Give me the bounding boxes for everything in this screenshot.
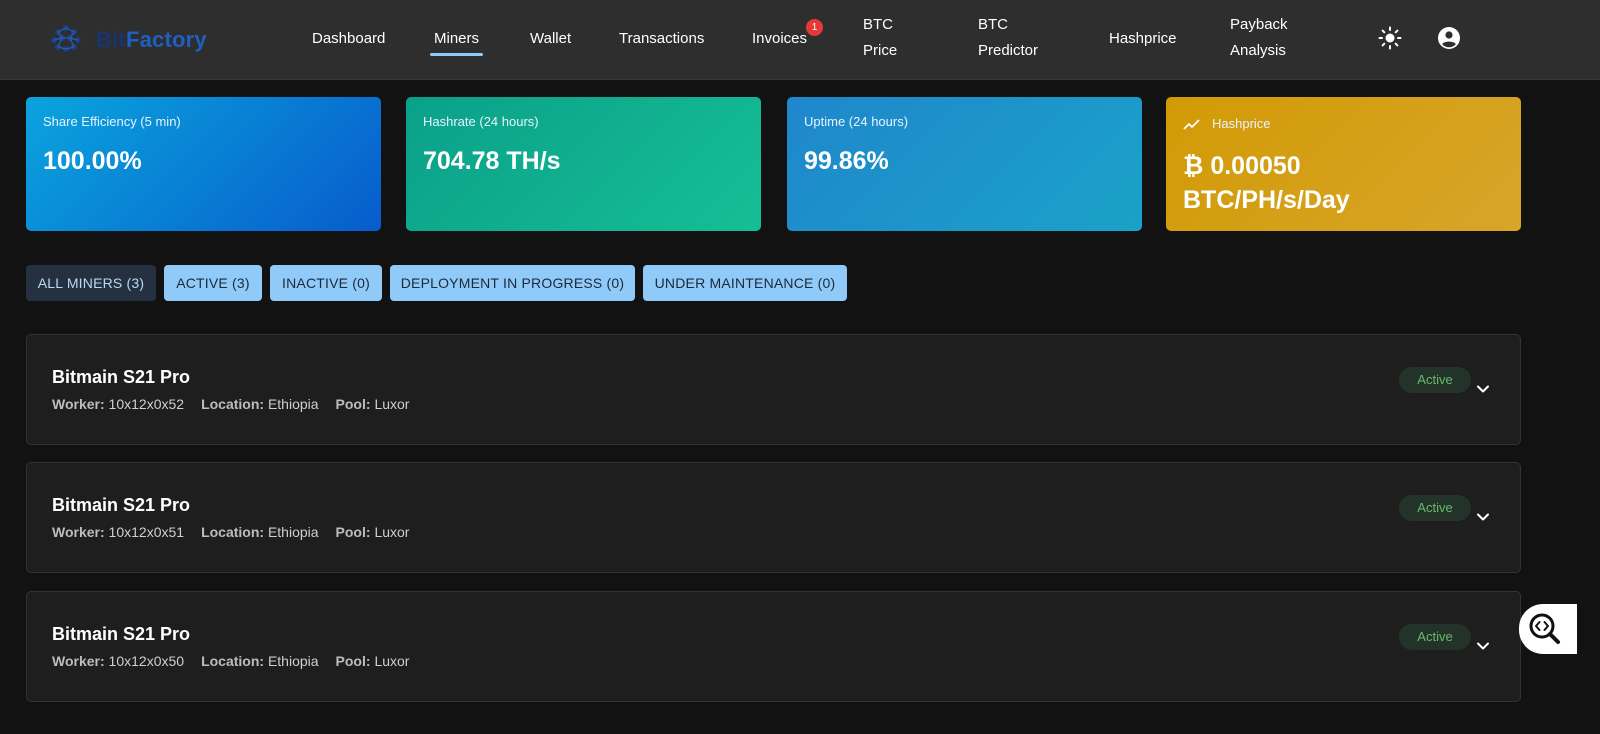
filter-deployment-in-progress[interactable]: DEPLOYMENT IN PROGRESS (0) [390,265,635,301]
chevron-down-icon[interactable] [1474,380,1492,398]
miner-name: Bitmain S21 Pro [52,367,191,387]
worker-label: Worker: [52,653,105,669]
nav-payback-analysis[interactable]: Payback Analysis [1230,12,1288,64]
uptime-card: Uptime (24 hours) 99.86% [787,97,1142,231]
nav-btc-predictor[interactable]: BTC Predictor [978,12,1038,64]
filter-active[interactable]: ACTIVE (3) [164,265,262,301]
location-label: Location: [201,524,265,540]
nav-btc-price-line1: BTC [863,16,893,33]
location-label: Location: [201,396,265,412]
location-value: Ethiopia [267,396,319,412]
worker-value: 10x12x0x50 [108,653,185,669]
hashrate-value: 704.78 TH/s [423,147,561,175]
nav-btc-predictor-line1: BTC [978,16,1008,33]
nav-invoices[interactable]: Invoices [752,26,807,52]
nav-payback-line1: Payback [1230,16,1288,33]
miner-row[interactable]: Bitmain S21 Pro Worker: 10x12x0x52 Locati… [26,334,1521,445]
account-circle-icon [1438,27,1460,49]
miner-details: Worker: 10x12x0x52 Location: Ethiopia Pool… [52,396,409,412]
status-badge: Active [1399,624,1471,650]
miner-name: Bitmain S21 Pro [52,624,191,644]
brand-name-prefix: Bit [96,27,126,52]
worker-value: 10x12x0x51 [108,524,185,540]
logo-mark-icon [51,25,81,52]
pool-value: Luxor [374,653,410,669]
share-efficiency-card: Share Efficiency (5 min) 100.00% [26,97,381,231]
miner-row[interactable]: Bitmain S21 Pro Worker: 10x12x0x51 Locati… [26,462,1521,573]
pool-label: Pool: [335,653,371,669]
hashprice-value-line2: BTC/PH/s/Day [1183,186,1350,214]
hashprice-value-line1: ₿ 0.00050 [1183,152,1301,180]
brand-name-suffix: Factory [125,27,207,52]
pool-label: Pool: [335,524,371,540]
uptime-value: 99.86% [804,147,889,175]
uptime-label: Uptime (24 hours) [804,114,909,129]
hashprice-label: Hashprice [1212,116,1271,131]
status-badge: Active [1399,495,1471,521]
nav-hashprice[interactable]: Hashprice [1109,26,1177,52]
pool-label: Pool: [335,396,371,412]
filter-all-miners[interactable]: ALL MINERS (3) [26,265,156,301]
account-button[interactable] [1435,24,1463,52]
nav-dashboard[interactable]: Dashboard [312,26,385,52]
sun-icon [1378,26,1402,50]
status-badge: Active [1399,367,1471,393]
nav-payback-line2: Analysis [1230,42,1286,59]
hashprice-value: ₿ 0.00050 BTC/PH/s/Day [1183,149,1350,217]
location-value: Ethiopia [267,653,319,669]
top-navigation-bar: BitFactory Dashboard Miners Wallet Trans… [0,0,1600,80]
worker-value: 10x12x0x52 [108,396,185,412]
share-efficiency-value: 100.00% [43,147,142,175]
nav-btc-price[interactable]: BTC Price [863,12,897,64]
nav-transactions[interactable]: Transactions [619,26,704,52]
location-label: Location: [201,653,265,669]
code-inspector-floating-button[interactable] [1519,604,1577,654]
nav-wallet[interactable]: Wallet [530,26,571,52]
miner-row[interactable]: Bitmain S21 Pro Worker: 10x12x0x50 Locati… [26,591,1521,702]
brand-name: BitFactory [96,27,207,53]
nav-miners[interactable]: Miners [429,26,484,56]
miner-details: Worker: 10x12x0x51 Location: Ethiopia Pool… [52,524,409,540]
code-search-icon [1529,613,1560,644]
chevron-down-icon[interactable] [1474,508,1492,526]
brand-logo[interactable]: BitFactory [44,20,207,60]
invoices-badge: 1 [806,19,823,36]
miner-details: Worker: 10x12x0x50 Location: Ethiopia Pool… [52,653,409,669]
hashrate-label: Hashrate (24 hours) [423,114,539,129]
chevron-down-icon[interactable] [1474,637,1492,655]
worker-label: Worker: [52,396,105,412]
share-efficiency-label: Share Efficiency (5 min) [43,114,181,129]
nav-btc-price-line2: Price [863,42,898,59]
theme-toggle-button[interactable] [1376,24,1404,52]
hashrate-card: Hashrate (24 hours) 704.78 TH/s [406,97,761,231]
filter-under-maintenance[interactable]: UNDER MAINTENANCE (0) [643,265,847,301]
pool-value: Luxor [374,524,410,540]
hashprice-card: Hashprice ₿ 0.00050 BTC/PH/s/Day [1166,97,1521,231]
filter-inactive[interactable]: INACTIVE (0) [270,265,382,301]
trending-up-icon [1183,119,1200,130]
worker-label: Worker: [52,524,105,540]
miner-name: Bitmain S21 Pro [52,495,191,515]
pool-value: Luxor [374,396,410,412]
nav-btc-predictor-line2: Predictor [978,42,1039,59]
location-value: Ethiopia [267,524,319,540]
